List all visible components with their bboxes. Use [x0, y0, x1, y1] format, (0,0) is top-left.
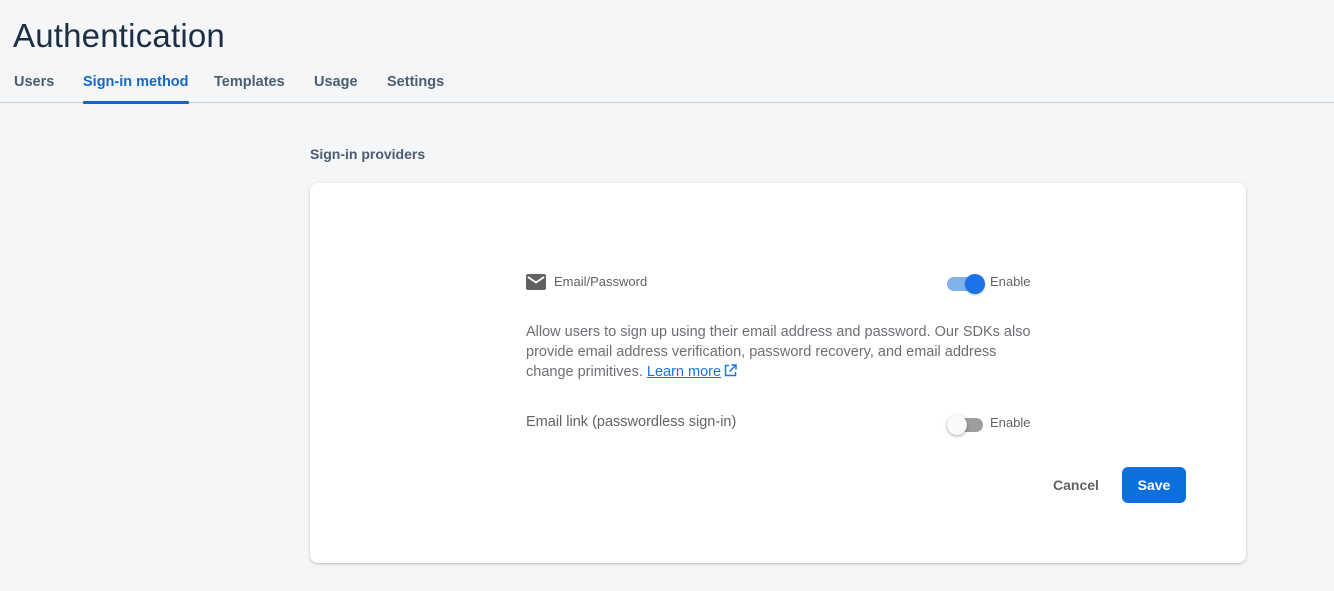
tab-settings[interactable]: Settings: [387, 66, 444, 103]
external-link-icon[interactable]: [724, 364, 737, 377]
provider-description: Allow users to sign up using their email…: [526, 322, 1036, 382]
learn-more-label: Learn more: [646, 364, 722, 380]
section-heading: Sign-in providers: [310, 146, 426, 162]
toggle-thumb: [965, 274, 985, 294]
toggle-thumb: [947, 415, 967, 435]
tab-bar: Users Sign-in method Templates Usage Set…: [0, 66, 1334, 104]
save-button[interactable]: Save: [1122, 467, 1186, 503]
cancel-button[interactable]: Cancel: [1040, 467, 1112, 503]
provider-row-email-link: Email link (passwordless sign-in) Enable: [526, 411, 1030, 435]
email-password-toggle[interactable]: [947, 272, 987, 294]
provider-label-email-password: Email/Password: [554, 274, 648, 289]
email-link-toggle[interactable]: [947, 413, 987, 435]
mail-icon: [526, 274, 546, 290]
page-title: Authentication: [13, 17, 225, 54]
authentication-page: Authentication Users Sign-in method Temp…: [0, 0, 1334, 591]
email-password-enable-label: Enable: [990, 274, 1031, 289]
provider-label-email-link: Email link (passwordless sign-in): [526, 414, 737, 430]
tab-sign-in-method[interactable]: Sign-in method: [83, 66, 189, 104]
tab-templates[interactable]: Templates: [214, 66, 285, 103]
provider-row-email-password: Email/Password Enable: [526, 270, 1030, 294]
learn-more-link[interactable]: Learn more: [647, 364, 721, 380]
description-text: Allow users to sign up using their email…: [526, 324, 1031, 380]
provider-card: Email/Password Enable Allow users to sig…: [310, 183, 1246, 563]
email-link-enable-label: Enable: [990, 415, 1031, 430]
tab-users[interactable]: Users: [14, 66, 54, 103]
tab-usage[interactable]: Usage: [314, 66, 358, 103]
